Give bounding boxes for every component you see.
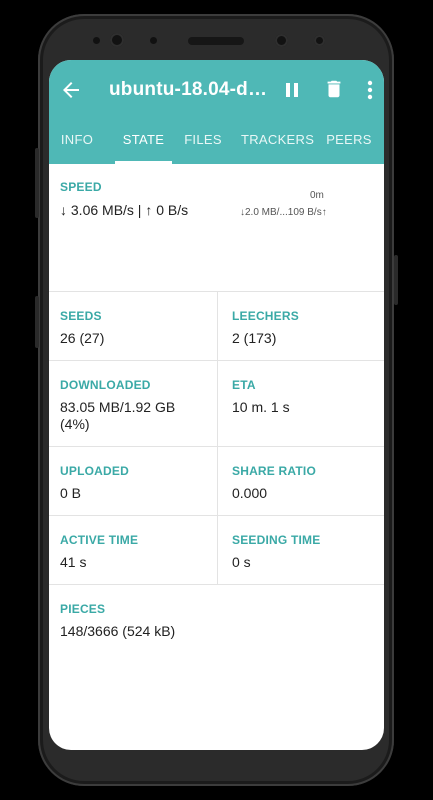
tab-bar: INFO STATE FILES TRACKERS PEERS [49,120,384,164]
downloaded-percent: (4%) [60,416,90,432]
leechers-value: 2 (173) [232,330,277,346]
uploaded-value: 0 B [60,485,82,501]
tab-files[interactable]: FILES [177,120,229,164]
speed-label: SPEED [60,180,102,194]
eta-value: 10 m. 1 s [232,399,290,415]
downloaded-value: 83.05 MB/1.92 GB [60,399,176,415]
back-button[interactable] [59,78,83,102]
earpiece-speaker [188,37,244,45]
pause-icon [286,83,298,97]
pieces-value: 148/3666 (524 kB) [60,623,176,639]
page-title: ubuntu-18.04-desktop-amd64.iso [109,79,269,100]
speed-value: ↓ 3.06 MB/s | ↑ 0 B/s [60,202,189,218]
iris-scanner-icon [110,33,124,47]
seeding-time-label: SEEDING TIME [232,533,321,547]
active-time-value: 41 s [60,554,87,570]
delete-button[interactable] [323,78,345,100]
arrow-back-icon [63,82,79,98]
divider [49,584,384,585]
proximity-sensor-icon [150,37,157,44]
tab-peers[interactable]: PEERS [325,120,373,164]
more-options-button[interactable] [361,78,379,102]
graph-scale-label: ↓2.0 MB/...109 B/s↑ [240,207,327,218]
volume-button [35,148,39,218]
tab-info[interactable]: INFO [49,120,105,164]
speed-graph: 0m ↓2.0 MB/...109 B/s↑ [239,190,384,232]
app-bar: ubuntu-18.04-desktop-amd64.iso [49,60,384,164]
secondary-camera-icon [314,35,325,46]
active-time-label: ACTIVE TIME [60,533,139,547]
leechers-label: LEECHERS [232,309,299,323]
downloaded-label: DOWNLOADED [60,378,151,392]
more-vert-icon [367,80,373,100]
pause-button[interactable] [282,80,302,100]
delete-icon [327,80,341,98]
seeds-value: 26 (27) [60,330,105,346]
share-ratio-label: SHARE RATIO [232,464,316,478]
uploaded-label: UPLOADED [60,464,129,478]
tab-state[interactable]: STATE [115,120,172,164]
front-camera-icon [275,34,288,47]
sensor-icon [93,37,100,44]
toolbar: ubuntu-18.04-desktop-amd64.iso [49,60,384,120]
state-content: SPEED ↓ 3.06 MB/s | ↑ 0 B/s 0m ↓2.0 MB/.… [49,164,384,750]
tab-trackers[interactable]: TRACKERS [241,120,314,164]
pieces-label: PIECES [60,602,106,616]
seeds-label: SEEDS [60,309,102,323]
seeding-time-value: 0 s [232,554,251,570]
eta-label: ETA [232,378,256,392]
share-ratio-value: 0.000 [232,485,268,501]
graph-time-label: 0m [310,190,324,201]
screen: ubuntu-18.04-desktop-amd64.iso [49,60,384,750]
bixby-button [35,296,39,348]
column-divider [217,291,218,584]
power-button [394,255,398,305]
